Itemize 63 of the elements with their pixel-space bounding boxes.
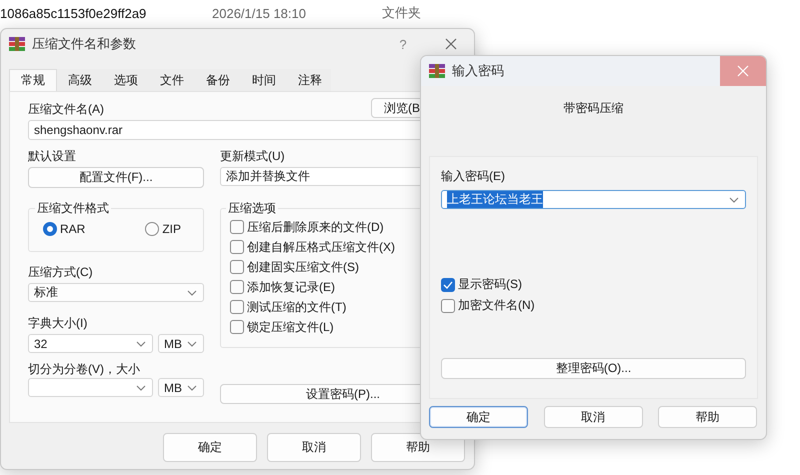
radio-label: ZIP [162, 222, 182, 236]
file-date: 2026/1/15 18:10 [212, 6, 307, 20]
dropdown[interactable]: 标准 [28, 283, 204, 302]
checkbox[interactable] [230, 320, 244, 334]
chevron-icon [136, 340, 146, 346]
tab[interactable]: 时间 [241, 69, 287, 91]
checkbox-label: 显示密码(S) [458, 276, 522, 293]
chevron-icon [187, 340, 197, 346]
checkbox[interactable] [441, 298, 455, 312]
group-label: 压缩选项 [227, 200, 277, 217]
checkbox[interactable] [230, 240, 244, 254]
tab[interactable]: 文件 [149, 69, 195, 91]
dropdown[interactable]: MB [158, 334, 204, 353]
radio-label: RAR [60, 222, 86, 236]
chevron-icon [187, 384, 197, 390]
field-label: 字典大小(I) [28, 315, 88, 332]
file-name: 1086a85c1153f0e29ff2a9 [0, 6, 148, 20]
radio-button[interactable] [145, 222, 160, 236]
checkbox[interactable] [230, 280, 244, 294]
books-icon [9, 37, 25, 51]
tab[interactable]: 高级 [57, 69, 103, 91]
tab[interactable]: 常规 [9, 69, 57, 91]
checkbox-label: 添加恢复记录(E) [247, 278, 335, 296]
file-type: 文件夹 [382, 4, 421, 22]
group-label: 压缩文件格式 [36, 200, 110, 217]
checkmark-icon [443, 280, 453, 288]
checkbox-label: 测试压缩的文件(T) [247, 298, 346, 316]
organize-passwords-button[interactable]: 整理密码(O)... [441, 358, 746, 379]
checkbox-label: 加密文件名(N) [458, 297, 535, 314]
checkbox[interactable] [230, 260, 244, 274]
checkbox-label: 创建固实压缩文件(S) [247, 258, 359, 276]
tab[interactable]: 注释 [287, 69, 333, 91]
checkbox-label: 创建自解压格式压缩文件(X) [247, 238, 395, 256]
books-icon [429, 64, 445, 78]
chevron-icon [187, 290, 197, 296]
window-title: 压缩文件名和参数 [32, 35, 137, 53]
tab[interactable]: 选项 [103, 69, 149, 91]
tab[interactable]: 备份 [195, 69, 241, 91]
dialog-button[interactable]: 帮助 [658, 406, 757, 428]
checkbox-label: 锁定压缩文件(L) [247, 318, 334, 336]
field-label: 压缩文件名(A) [28, 101, 104, 118]
chevron-icon [729, 196, 739, 202]
field-label: 默认设置 [28, 148, 77, 165]
radio-button[interactable] [43, 222, 57, 236]
field-label: 切分为分卷(V)，大小 [28, 361, 141, 378]
profiles-button[interactable]: 配置文件(F)... [28, 167, 204, 188]
dialog-subtitle: 带密码压缩 [562, 100, 624, 117]
field-label: 更新模式(U) [220, 148, 286, 165]
dialog-button[interactable]: 取消 [267, 433, 361, 462]
dialog-button[interactable]: 确定 [163, 433, 257, 462]
dialog-button[interactable]: 取消 [544, 406, 642, 428]
checkbox-label: 压缩后删除原来的文件(D) [247, 218, 384, 236]
close-icon[interactable] [445, 38, 457, 50]
dialog-button[interactable]: 确定 [429, 406, 528, 428]
password-field[interactable]: 上老王论坛当老王 [441, 190, 746, 209]
dropdown[interactable]: 32 [28, 334, 153, 353]
dropdown[interactable]: MB [158, 378, 204, 397]
checkbox[interactable] [230, 220, 244, 234]
checkbox[interactable] [441, 278, 455, 292]
field-label: 压缩方式(C) [28, 264, 94, 281]
chevron-icon [136, 384, 146, 390]
checkbox[interactable] [230, 300, 244, 314]
window-title: 输入密码 [452, 62, 505, 80]
